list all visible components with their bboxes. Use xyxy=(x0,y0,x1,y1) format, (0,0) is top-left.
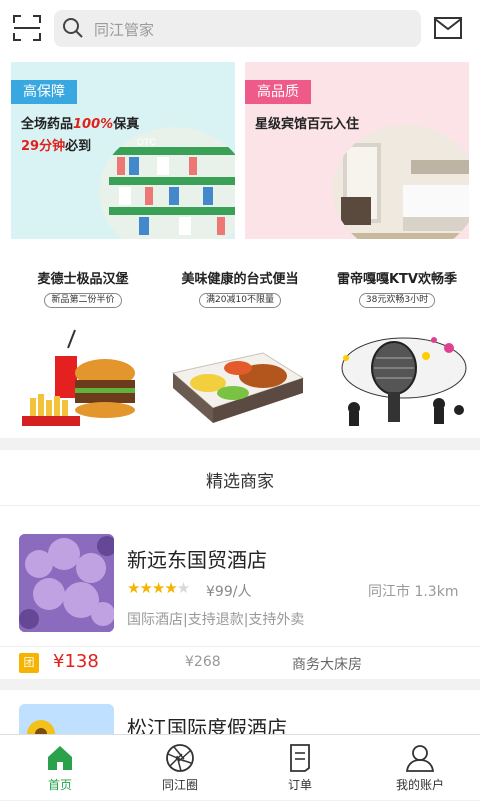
user-icon xyxy=(405,745,435,772)
deal-name: 商务大床房 xyxy=(292,657,362,673)
mail-icon[interactable] xyxy=(434,17,462,39)
aperture-icon xyxy=(166,744,194,772)
home-icon xyxy=(48,746,72,770)
promo-card-hotel[interactable]: 高品质 星级宾馆百元入住 xyxy=(245,62,469,239)
deal-price: ¥138 xyxy=(53,651,99,672)
avg-price: ¥99/人 xyxy=(206,584,252,600)
deal-badge: 38元欢畅3小时 xyxy=(358,293,436,308)
search-bar[interactable]: 同江管家 xyxy=(54,10,421,47)
hotel-room-image xyxy=(333,125,469,239)
tab-orders[interactable]: 订单 xyxy=(240,735,360,801)
deal-title: 雷帝嘎嘎KTV欢畅季 xyxy=(336,272,457,287)
section-title: 精选商家 xyxy=(206,472,274,492)
deal-badge: 满20减10不限量 xyxy=(199,293,281,308)
tab-label: 首页 xyxy=(47,778,72,792)
deal-title: 美味健康的台式便当 xyxy=(181,272,299,287)
pharmacy-image: OTC xyxy=(99,127,235,239)
rating-stars: ★★★★★ xyxy=(127,579,190,597)
search-placeholder: 同江管家 xyxy=(94,21,155,39)
promo-card-pharmacy[interactable]: 高保障 全场药品100%保真 29分钟必到 OTC xyxy=(11,62,235,239)
tab-home[interactable]: 首页 xyxy=(0,735,120,801)
promo-line: 全场药品100%保真 xyxy=(21,117,140,132)
promo-tag: 高保障 xyxy=(11,80,77,104)
promo-tag: 高品质 xyxy=(245,80,311,104)
original-price: ¥268 xyxy=(185,654,221,670)
merchant-tags: 国际酒店|支持退款|支持外卖 xyxy=(127,612,305,628)
merchant-deal-row[interactable]: 团 ¥138 ¥268 商务大床房 xyxy=(0,646,480,679)
order-icon xyxy=(290,744,310,772)
deal-item[interactable]: 雷帝嘎嘎KTV欢畅季 38元欢畅3小时 xyxy=(322,268,472,308)
svg-text:OTC: OTC xyxy=(137,137,156,147)
tab-circle[interactable]: 同江圈 xyxy=(120,735,240,801)
section-header: 精选商家 xyxy=(0,450,480,506)
search-icon xyxy=(63,18,83,38)
promo-line: 29分钟必到 xyxy=(21,139,92,154)
deal-badge: 新品第二份半价 xyxy=(44,293,122,308)
bento-image xyxy=(171,352,305,423)
top-bar: 同江管家 xyxy=(0,0,480,58)
ktv-microphone-image xyxy=(341,337,467,426)
bottom-tab-bar: 首页 同江圈 订单 我的账户 xyxy=(0,734,480,800)
deal-item[interactable]: 美味健康的台式便当 满20减10不限量 xyxy=(165,268,315,308)
tab-label: 订单 xyxy=(287,778,312,792)
merchant-card[interactable]: 新远东国贸酒店 ★★★★★ ¥99/人 同江市 1.3km 国际酒店|支持退款|… xyxy=(0,506,480,679)
deal-title: 麦德士极品汉堡 xyxy=(37,272,129,287)
merchant-image xyxy=(19,534,114,632)
merchant-location: 同江市 1.3km xyxy=(368,584,459,600)
promo-section: 高保障 全场药品100%保真 29分钟必到 OTC 高品质 星级宾馆百元入住 麦… xyxy=(0,58,480,438)
promo-line: 星级宾馆百元入住 xyxy=(255,117,360,132)
burger-image xyxy=(22,329,135,426)
tab-account[interactable]: 我的账户 xyxy=(360,735,480,801)
tab-label: 我的账户 xyxy=(395,778,444,792)
deal-item[interactable]: 麦德士极品汉堡 新品第二份半价 xyxy=(8,268,158,308)
merchant-name: 新远东国贸酒店 xyxy=(127,548,267,572)
group-buy-badge: 团 xyxy=(19,653,39,673)
tab-label: 同江圈 xyxy=(161,778,198,792)
scan-icon[interactable] xyxy=(12,13,42,43)
